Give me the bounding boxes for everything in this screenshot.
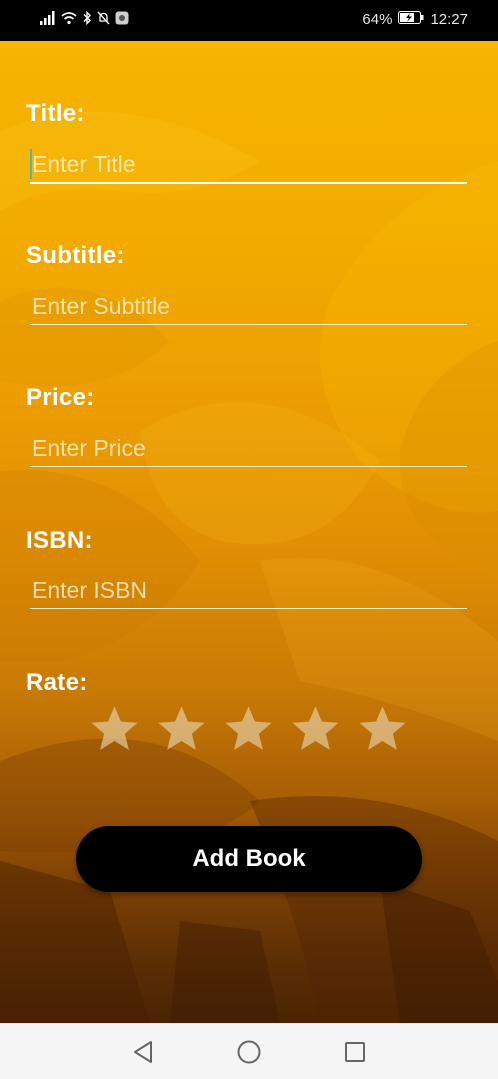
subtitle-label: Subtitle: (26, 242, 125, 269)
system-nav-bar (0, 1023, 498, 1079)
battery-charging-icon (398, 11, 424, 28)
app-screen: 64% 12:27 Title: Subtitle: (0, 0, 498, 1079)
signal-icon (40, 11, 56, 29)
status-icons-left (40, 10, 129, 29)
notifications-off-icon (97, 11, 110, 29)
status-bar: 64% 12:27 (0, 0, 498, 41)
star-icon[interactable] (222, 703, 275, 756)
back-icon[interactable] (128, 1037, 158, 1067)
app-notification-icon (115, 11, 129, 29)
text-caret (30, 149, 32, 179)
wifi-icon (61, 11, 77, 29)
title-input-underline (30, 182, 467, 184)
subtitle-input-underline (30, 324, 467, 325)
star-icon[interactable] (356, 703, 409, 756)
price-input-underline (30, 466, 467, 467)
star-icon[interactable] (155, 703, 208, 756)
title-label: Title: (26, 100, 85, 127)
status-icons-right: 64% 12:27 (362, 11, 468, 28)
home-icon[interactable] (234, 1037, 264, 1067)
isbn-input[interactable] (30, 572, 467, 608)
subtitle-input[interactable] (30, 288, 467, 324)
recents-icon[interactable] (340, 1037, 370, 1067)
rate-label: Rate: (26, 669, 88, 696)
isbn-input-underline (30, 608, 467, 609)
add-book-button[interactable]: Add Book (76, 826, 422, 892)
price-input[interactable] (30, 430, 467, 466)
status-time: 12:27 (430, 11, 468, 28)
title-input[interactable] (30, 146, 467, 182)
isbn-label: ISBN: (26, 527, 93, 554)
battery-percent: 64% (362, 11, 393, 28)
bluetooth-icon (82, 10, 92, 29)
star-icon[interactable] (289, 703, 342, 756)
rating-bar[interactable] (88, 703, 409, 756)
star-icon[interactable] (88, 703, 141, 756)
price-label: Price: (26, 384, 95, 411)
